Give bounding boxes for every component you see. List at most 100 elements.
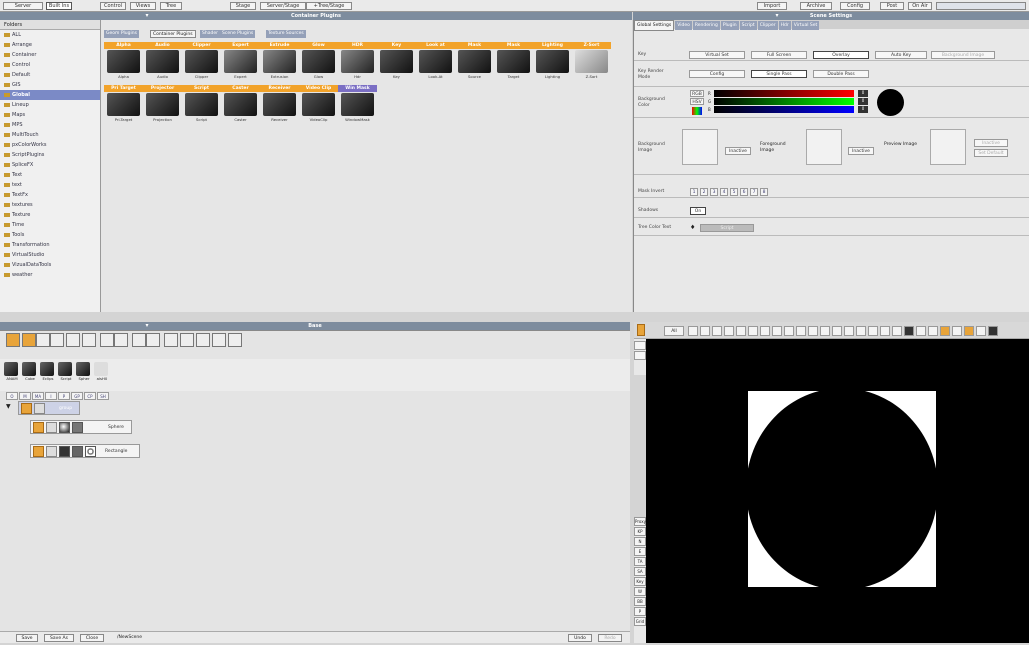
- preview-set-default-button[interactable]: Set Default: [974, 149, 1008, 157]
- on-air-button[interactable]: On Air: [908, 2, 932, 10]
- base-tool-icon[interactable]: [132, 333, 146, 347]
- base-tool-icon[interactable]: [82, 333, 96, 347]
- plugin-tile[interactable]: Look at Look-At: [416, 42, 455, 80]
- column-tab[interactable]: MA: [32, 392, 44, 400]
- plugin-tile[interactable]: Projector Projection: [143, 85, 182, 123]
- viewport-tool-icon[interactable]: [844, 326, 854, 336]
- key-background-image-button[interactable]: Background Image: [931, 51, 995, 59]
- stage-button[interactable]: Stage: [230, 2, 256, 10]
- hsv-mode-button[interactable]: HSV: [690, 98, 704, 105]
- viewport-side-button[interactable]: SA: [634, 567, 646, 576]
- foreground-image-inactive-button[interactable]: Inactive: [848, 147, 874, 155]
- post-button[interactable]: Post: [880, 2, 904, 10]
- tree-node-group[interactable]: group: [18, 401, 80, 415]
- plugin-tile[interactable]: Mask Target: [494, 42, 533, 80]
- red-slider[interactable]: [714, 90, 854, 97]
- primitive-item[interactable]: Eclips: [40, 362, 56, 381]
- folder-item[interactable]: Control: [0, 60, 100, 70]
- rgb-mode-button[interactable]: RGB: [690, 90, 704, 97]
- viewport-tool-icon[interactable]: [880, 326, 890, 336]
- folder-item[interactable]: pxColorWorks: [0, 140, 100, 150]
- plugin-tile[interactable]: Pri Target Pri-Target: [104, 85, 143, 123]
- viewport-side-button[interactable]: Key: [634, 577, 646, 586]
- folder-item[interactable]: Maps: [0, 110, 100, 120]
- red-value[interactable]: 0: [858, 90, 868, 97]
- base-tool-icon[interactable]: [100, 333, 114, 347]
- folder-item[interactable]: ALL: [0, 30, 100, 40]
- base-tool-icon[interactable]: [6, 333, 20, 347]
- plugin-tab[interactable]: Shader: [200, 30, 220, 38]
- folder-item[interactable]: TextFx: [0, 190, 100, 200]
- viewport-tool-icon[interactable]: [712, 326, 722, 336]
- folder-item[interactable]: Arrange: [0, 40, 100, 50]
- close-button[interactable]: Close: [80, 634, 104, 642]
- scene-tab[interactable]: Plugin: [720, 21, 739, 30]
- viewport-tool-icon[interactable]: [796, 326, 806, 336]
- column-tab[interactable]: SH: [97, 392, 109, 400]
- viewport-tool-icon[interactable]: [868, 326, 878, 336]
- folder-item[interactable]: Transformation: [0, 240, 100, 250]
- toolbar-icons-strip[interactable]: [936, 2, 1026, 10]
- primitive-item[interactable]: alsH0: [94, 362, 110, 381]
- viewport-tool-icon[interactable]: [724, 326, 734, 336]
- viewport-side-button[interactable]: W: [634, 587, 646, 596]
- viewport-tool-icon[interactable]: [688, 326, 698, 336]
- plugin-tile[interactable]: Alpha Alpha: [104, 42, 143, 80]
- plugin-tab[interactable]: Scene Plugins: [220, 30, 256, 38]
- viewport-tool-icon[interactable]: [700, 326, 710, 336]
- preview-image-slot[interactable]: [930, 129, 966, 165]
- key-virtual-set-button[interactable]: Virtual Set: [689, 51, 745, 59]
- expand-arrow-icon[interactable]: ▼: [6, 403, 11, 410]
- server-stage-button[interactable]: Server/Stage: [260, 2, 306, 10]
- render-double-pass-button[interactable]: Double Pass: [813, 70, 869, 78]
- green-value[interactable]: 0: [858, 98, 868, 105]
- viewport-side-button[interactable]: Proxy: [634, 517, 646, 526]
- render-viewport[interactable]: [646, 339, 1029, 643]
- column-tab[interactable]: I: [45, 392, 57, 400]
- plugin-tile[interactable]: Script Script: [182, 85, 221, 123]
- folder-item[interactable]: Texture: [0, 210, 100, 220]
- view-all-button[interactable]: All: [664, 326, 684, 336]
- viewport-tool-icon[interactable]: [928, 326, 938, 336]
- folder-item[interactable]: text: [0, 180, 100, 190]
- plugin-tab[interactable]: Container Plugins: [150, 30, 196, 38]
- base-tool-icon[interactable]: [146, 333, 160, 347]
- viewport-side-button[interactable]: P: [634, 607, 646, 616]
- plugin-tile[interactable]: Video Clip VideoClip: [299, 85, 338, 123]
- undo-button[interactable]: Undo: [568, 634, 592, 642]
- column-tab[interactable]: CP: [84, 392, 96, 400]
- viewport-side-button[interactable]: E: [634, 547, 646, 556]
- viewport-side-button[interactable]: TA: [634, 557, 646, 566]
- folder-item[interactable]: textures: [0, 200, 100, 210]
- viewport-tool-icon[interactable]: [856, 326, 866, 336]
- chevron-down-icon[interactable]: ▾: [770, 12, 784, 20]
- viewport-tool-icon[interactable]: [808, 326, 818, 336]
- tree-color-icon[interactable]: ♦: [690, 224, 698, 232]
- key-auto-key-button[interactable]: Auto Key: [875, 51, 927, 59]
- render-single-pass-button[interactable]: Single Pass: [751, 70, 807, 78]
- viewport-tool-icon[interactable]: [748, 326, 758, 336]
- scene-tab[interactable]: Clipper: [757, 21, 778, 30]
- primitive-item[interactable]: Spher: [76, 362, 92, 381]
- base-tool-icon[interactable]: [114, 333, 128, 347]
- base-tool-icon[interactable]: [212, 333, 226, 347]
- tree-button[interactable]: Tree: [160, 2, 182, 10]
- views-button[interactable]: Views: [130, 2, 156, 10]
- mask-invert-button[interactable]: 1: [690, 188, 698, 196]
- plugin-tile[interactable]: Expert Expert: [221, 42, 260, 80]
- folder-item[interactable]: VirtualStudio: [0, 250, 100, 260]
- key-overlay-button[interactable]: Overlay: [813, 51, 869, 59]
- viewport-tool-icon[interactable]: [892, 326, 902, 336]
- primitive-item[interactable]: Cube: [22, 362, 38, 381]
- side-button-b[interactable]: [634, 351, 646, 360]
- scene-tab[interactable]: Virtual Set: [791, 21, 820, 30]
- folder-item[interactable]: Lineup: [0, 100, 100, 110]
- plugin-tile[interactable]: Clipper Clipper: [182, 42, 221, 80]
- plugin-tile[interactable]: Mask Source: [455, 42, 494, 80]
- viewport-side-button[interactable]: KP: [634, 527, 646, 536]
- viewport-tool-icon[interactable]: [916, 326, 926, 336]
- plugin-tile[interactable]: Audio Audio: [143, 42, 182, 80]
- base-tool-icon[interactable]: [66, 333, 80, 347]
- folder-item[interactable]: Time: [0, 220, 100, 230]
- plugin-tile[interactable]: Z-Sort Z-Sort: [572, 42, 611, 80]
